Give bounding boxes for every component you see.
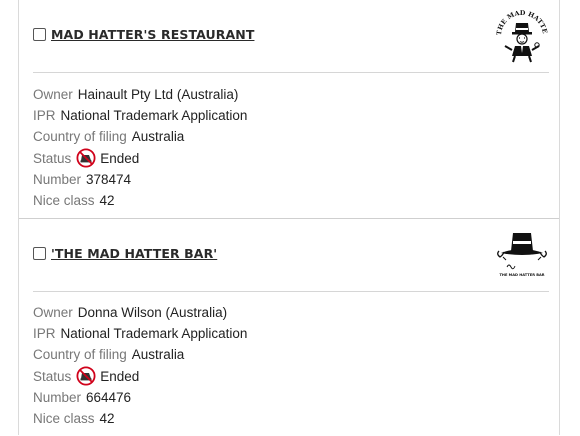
nice-class-row: Nice class 42 <box>33 408 247 429</box>
status-row: Status Ended <box>33 366 247 387</box>
owner-row: Owner Hainault Pty Ltd (Australia) <box>33 84 247 105</box>
number-label: Number <box>33 389 82 405</box>
trademark-record: 'THE MAD HATTER BAR' THE MAD HATTER BAR … <box>19 218 559 436</box>
record-fields: Owner Donna Wilson (Australia) IPR Natio… <box>33 302 247 429</box>
owner-label: Owner <box>33 87 73 102</box>
select-checkbox[interactable] <box>33 247 46 260</box>
country-row: Country of filing Australia <box>33 126 247 147</box>
ended-status-icon <box>76 148 96 168</box>
ended-status-icon <box>76 366 96 386</box>
number-label: Number <box>33 171 82 187</box>
ipr-row: IPR National Trademark Application <box>33 323 247 344</box>
record-divider <box>33 291 549 292</box>
country-label: Country of filing <box>33 129 127 145</box>
ipr-label: IPR <box>33 108 56 124</box>
record-divider <box>33 72 549 73</box>
mad-hatters-restaurant-logo: THE MAD HATTER'S RESTAURANT <box>490 0 549 63</box>
status-value: Ended <box>100 150 140 166</box>
nice-class-row: Nice class 42 <box>33 190 247 211</box>
owner-value: Donna Wilson (Australia) <box>77 305 228 320</box>
trademark-title-link[interactable]: MAD HATTER'S RESTAURANT <box>51 27 254 42</box>
number-row: Number 664476 <box>33 387 247 408</box>
trademark-record: MAD HATTER'S RESTAURANT THE MAD HATTER'S… <box>19 0 559 218</box>
status-label: Status <box>33 150 72 166</box>
owner-value: Hainault Pty Ltd (Australia) <box>77 87 239 102</box>
ipr-row: IPR National Trademark Application <box>33 105 247 126</box>
select-checkbox[interactable] <box>33 28 46 41</box>
ipr-value: National Trademark Application <box>60 108 248 124</box>
nice-class-label: Nice class <box>33 410 95 426</box>
nice-class-value: 42 <box>99 410 115 426</box>
status-value: Ended <box>100 368 140 384</box>
owner-row: Owner Donna Wilson (Australia) <box>33 302 247 323</box>
record-fields: Owner Hainault Pty Ltd (Australia) IPR N… <box>33 84 247 211</box>
status-row: Status Ended <box>33 148 247 169</box>
record-title-row: 'THE MAD HATTER BAR' <box>33 246 217 261</box>
mad-hatter-bar-logo: THE MAD HATTER BAR <box>497 233 547 277</box>
ipr-label: IPR <box>33 326 56 342</box>
country-label: Country of filing <box>33 347 127 363</box>
country-value: Australia <box>131 129 185 145</box>
number-value: 664476 <box>86 389 132 405</box>
nice-class-value: 42 <box>99 192 115 208</box>
number-value: 378474 <box>86 171 132 187</box>
owner-label: Owner <box>33 305 73 320</box>
logo-caption: THE MAD HATTER BAR <box>499 273 544 277</box>
trademark-logo: THE MAD HATTER BAR <box>493 227 553 290</box>
trademark-logo: THE MAD HATTER'S RESTAURANT <box>490 0 551 71</box>
record-title-row: MAD HATTER'S RESTAURANT <box>33 27 254 42</box>
nice-class-label: Nice class <box>33 192 95 208</box>
country-row: Country of filing Australia <box>33 344 247 365</box>
trademark-title-link[interactable]: 'THE MAD HATTER BAR' <box>51 246 217 261</box>
frame-right-border <box>559 0 560 435</box>
number-row: Number 378474 <box>33 169 247 190</box>
status-label: Status <box>33 368 72 384</box>
ipr-value: National Trademark Application <box>60 326 248 342</box>
country-value: Australia <box>131 347 185 363</box>
